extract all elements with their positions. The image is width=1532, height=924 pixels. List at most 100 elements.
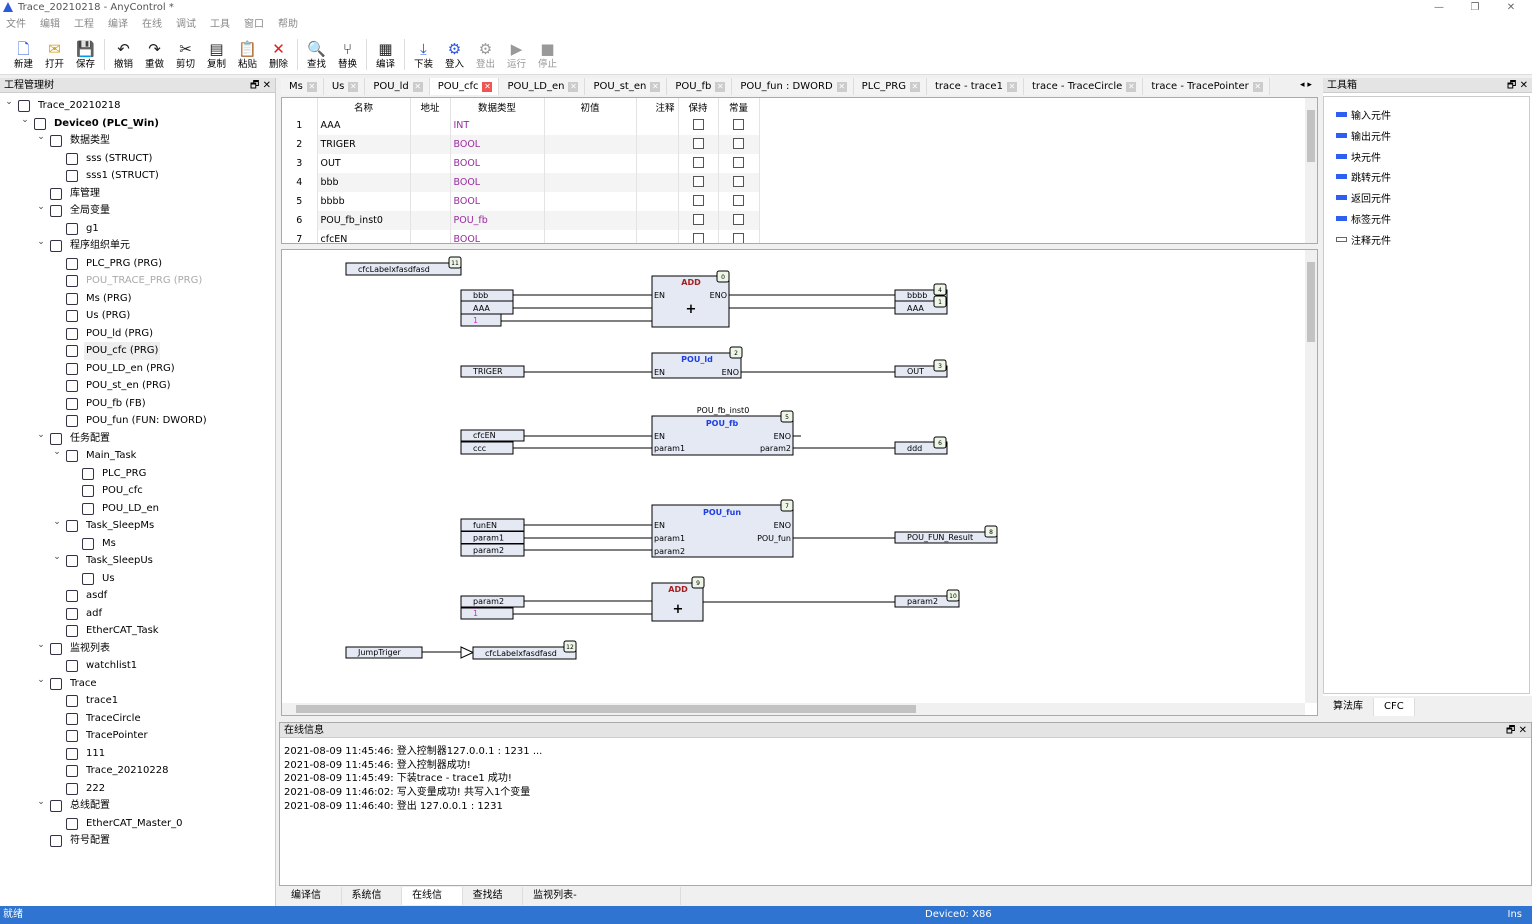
checkbox[interactable] xyxy=(733,175,744,187)
menu-item[interactable]: 编辑 xyxy=(40,15,68,35)
cell[interactable]: 6 xyxy=(282,211,318,230)
cell[interactable]: 2 xyxy=(282,135,318,154)
cell[interactable]: BOOL xyxy=(450,173,545,192)
input-element[interactable]: ccc xyxy=(460,441,514,455)
tree-item[interactable]: adf xyxy=(0,605,276,623)
cell[interactable]: 5 xyxy=(282,192,318,211)
input-element[interactable]: bbb xyxy=(460,289,514,302)
cell[interactable] xyxy=(410,135,451,154)
tree-item[interactable]: Us xyxy=(0,570,276,588)
input-element[interactable]: param1 xyxy=(460,531,525,544)
close-icon[interactable]: ✕ xyxy=(650,81,661,92)
tree-item[interactable]: sss (STRUCT) xyxy=(0,150,276,168)
output-element[interactable]: POU_FUN_Result xyxy=(894,531,998,544)
cell[interactable]: POU_fb xyxy=(450,211,545,230)
tab-pou-fb[interactable]: POU_fb ✕ xyxy=(667,78,733,95)
find-button[interactable]: 🔍 查找 xyxy=(301,35,332,74)
table-row[interactable]: 4 bbb BOOL xyxy=(282,173,760,192)
replace-button[interactable]: ⑂ 替换 xyxy=(332,35,363,74)
cell[interactable] xyxy=(636,154,679,173)
table-row[interactable]: 6 POU_fb_inst0 POU_fb xyxy=(282,211,760,230)
checkbox[interactable] xyxy=(733,156,744,168)
output-tab[interactable]: 系统信息 xyxy=(341,887,403,918)
toolbox-item[interactable]: 注释元件 xyxy=(1336,232,1391,247)
cell[interactable] xyxy=(636,116,679,135)
tab-ms[interactable]: Ms ✕ xyxy=(281,78,324,95)
checkbox[interactable] xyxy=(692,194,704,206)
tree-item[interactable]: asdf xyxy=(0,587,276,605)
cell[interactable]: 4 xyxy=(282,173,318,192)
table-row[interactable]: 1 AAA INT xyxy=(282,116,760,135)
checkbox[interactable] xyxy=(692,175,704,187)
login-button[interactable]: ⚙ 登入 xyxy=(439,35,470,74)
column-header[interactable]: 初值 xyxy=(544,98,637,116)
cell[interactable]: OUT xyxy=(317,154,411,173)
cell[interactable]: 1 xyxy=(282,116,318,135)
maximize-button[interactable]: ❐ xyxy=(1460,0,1490,15)
cell[interactable] xyxy=(636,173,679,192)
tree-item[interactable]: Ms (PRG) xyxy=(0,290,276,308)
label-element[interactable]: cfcLabelxfasdfasd xyxy=(345,262,462,276)
tree-item[interactable]: POU_TRACE_PRG (PRG) xyxy=(0,272,276,290)
tree-item[interactable]: ⌄ 总线配置 xyxy=(0,797,276,815)
close-button[interactable]: ✕ xyxy=(1496,0,1526,15)
cell[interactable] xyxy=(544,135,637,154)
compile-button[interactable]: ▦ 编译 xyxy=(370,35,401,74)
menu-item[interactable]: 文件 xyxy=(6,15,34,35)
cell[interactable] xyxy=(636,211,679,230)
minimize-button[interactable]: — xyxy=(1424,0,1454,15)
tree-item[interactable]: ⌄ Trace xyxy=(0,675,276,693)
tree-item[interactable]: POU_cfc (PRG) xyxy=(0,342,276,360)
output-tab[interactable]: 在线信息 xyxy=(402,887,463,918)
tree-item[interactable]: POU_cfc xyxy=(0,482,276,500)
tree-item[interactable]: TraceCircle xyxy=(0,710,276,728)
checkbox[interactable] xyxy=(692,213,704,225)
panel-controls[interactable]: 🗗 ✕ xyxy=(250,78,271,93)
chevron-down-icon[interactable]: ⌄ xyxy=(36,672,46,690)
input-element[interactable]: 1 xyxy=(460,607,514,620)
chevron-down-icon[interactable]: ⌄ xyxy=(36,427,46,445)
tree-item[interactable]: ⌄ 全局变量 xyxy=(0,202,276,220)
tree-item[interactable]: ⌄ 监视列表 xyxy=(0,640,276,658)
paste-button[interactable]: 📋 粘贴 xyxy=(232,35,263,74)
tab-trace-tracepointer[interactable]: trace - TracePointer ✕ xyxy=(1143,78,1270,95)
tree-item[interactable]: Ms xyxy=(0,535,276,553)
chevron-down-icon[interactable]: ⌄ xyxy=(36,199,46,217)
checkbox[interactable] xyxy=(733,137,744,149)
cell[interactable]: bbb xyxy=(317,173,411,192)
checkbox[interactable] xyxy=(733,194,744,206)
checkbox[interactable] xyxy=(692,156,704,168)
chevron-down-icon[interactable]: ⌄ xyxy=(20,112,30,130)
output-tab[interactable]: 查找结果 xyxy=(462,887,524,918)
cell[interactable]: TRIGER xyxy=(317,135,411,154)
delete-button[interactable]: ✕ 删除 xyxy=(263,35,294,74)
cell[interactable]: BOOL xyxy=(450,230,545,243)
cell[interactable]: bbbb xyxy=(317,192,411,211)
close-icon[interactable]: ✕ xyxy=(836,81,847,92)
column-header[interactable]: 地址 xyxy=(410,98,451,116)
toolbox-item[interactable]: 标签元件 xyxy=(1336,211,1391,226)
cell[interactable] xyxy=(544,173,637,192)
table-row[interactable]: 3 OUT BOOL xyxy=(282,154,760,173)
cell[interactable] xyxy=(636,135,679,154)
undo-button[interactable]: ↶ 撤销 xyxy=(108,35,139,74)
column-header[interactable]: 数据类型 xyxy=(450,98,545,116)
tree-item[interactable]: ⌄ 数据类型 xyxy=(0,132,276,150)
close-icon[interactable]: ✕ xyxy=(1252,81,1263,92)
toolbox-item[interactable]: 跳转元件 xyxy=(1336,169,1391,184)
tree-item[interactable]: PLC_PRG xyxy=(0,465,276,483)
panel-controls[interactable]: 🗗 ✕ xyxy=(1506,723,1527,738)
cell[interactable] xyxy=(544,192,637,211)
close-icon[interactable]: ✕ xyxy=(482,81,493,92)
menu-item[interactable]: 工程 xyxy=(74,15,102,35)
tree-item[interactable]: POU_st_en (PRG) xyxy=(0,377,276,395)
column-header[interactable]: 保持 xyxy=(678,98,719,116)
cell[interactable]: POU_fb_inst0 xyxy=(317,211,411,230)
tab-pou-cfc[interactable]: POU_cfc ✕ xyxy=(429,78,500,95)
cell[interactable] xyxy=(636,192,679,211)
tree-item[interactable]: ⌄ Trace_20210218 xyxy=(0,97,276,115)
tree-item[interactable]: POU_LD_en xyxy=(0,500,276,518)
tree-item[interactable]: ⌄ Task_SleepMs xyxy=(0,517,276,535)
table-row[interactable]: 5 bbbb BOOL xyxy=(282,192,760,211)
menu-item[interactable]: 窗口 xyxy=(244,15,272,35)
